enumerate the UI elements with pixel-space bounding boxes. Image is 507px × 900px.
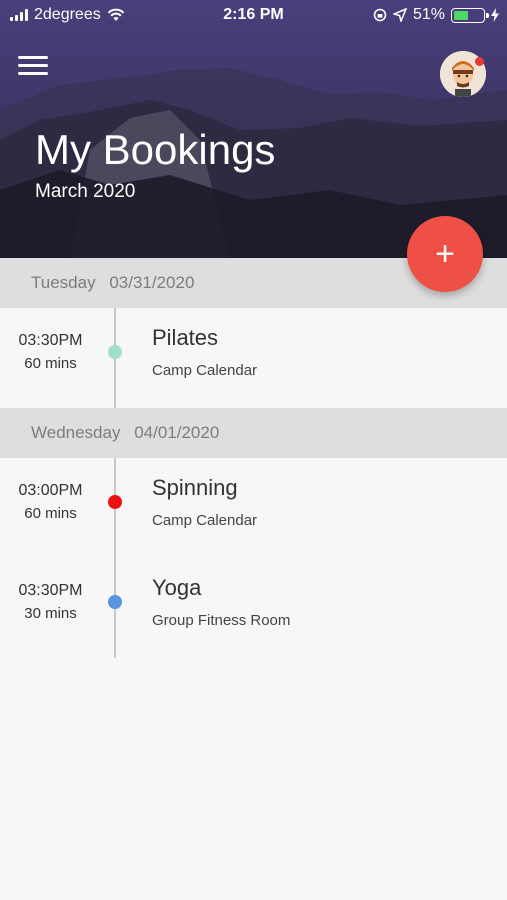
status-bar: 2degrees 2:16 PM 51% <box>0 0 507 32</box>
notification-badge <box>475 57 484 66</box>
booking-time: 03:00PM <box>18 482 83 499</box>
booking-dot <box>108 495 122 509</box>
booking-item[interactable]: 03:30PM 60 mins Pilates Camp Calendar <box>0 308 507 408</box>
day-group: 03:30PM 60 mins Pilates Camp Calendar <box>0 308 507 408</box>
booking-duration: 60 mins <box>24 355 77 372</box>
booking-location: Group Fitness Room <box>152 612 291 629</box>
booking-location: Camp Calendar <box>152 512 258 529</box>
booking-dot <box>108 595 122 609</box>
date-header-date: 03/31/2020 <box>109 273 195 292</box>
booking-dot <box>108 345 122 359</box>
battery-icon <box>451 7 489 23</box>
booking-item[interactable]: 03:30PM 30 mins Yoga Group Fitness Room <box>0 558 507 658</box>
orientation-lock-icon <box>373 8 387 22</box>
booking-name: Yoga <box>152 575 202 600</box>
booking-duration: 60 mins <box>24 505 77 522</box>
booking-duration: 30 mins <box>24 605 77 622</box>
page-subtitle: March 2020 <box>35 181 136 202</box>
menu-icon[interactable] <box>18 56 48 76</box>
bookings-list: Tuesday 03/31/2020 03:30PM 60 mins Pilat… <box>0 258 507 658</box>
date-header-weekday: Tuesday <box>31 273 96 292</box>
booking-time: 03:30PM <box>18 582 83 599</box>
plus-icon: + <box>435 234 455 273</box>
date-header-weekday: Wednesday <box>31 423 121 442</box>
add-booking-button[interactable]: + <box>407 216 483 292</box>
date-header: Wednesday 04/01/2020 <box>0 408 507 458</box>
booking-name: Pilates <box>152 325 219 350</box>
date-header-date: 04/01/2020 <box>134 423 220 442</box>
battery-percent: 51% <box>412 6 445 23</box>
booking-name: Spinning <box>152 475 238 500</box>
page-title: My Bookings <box>35 126 276 173</box>
booking-location: Camp Calendar <box>152 362 258 379</box>
day-group: 03:00PM 60 mins Spinning Camp Calendar 0… <box>0 458 507 658</box>
status-right: 51% <box>373 6 499 24</box>
booking-item[interactable]: 03:00PM 60 mins Spinning Camp Calendar <box>0 458 507 558</box>
booking-time: 03:30PM <box>18 332 83 349</box>
charging-bolt-icon <box>491 8 499 22</box>
location-arrow-icon <box>392 8 407 22</box>
